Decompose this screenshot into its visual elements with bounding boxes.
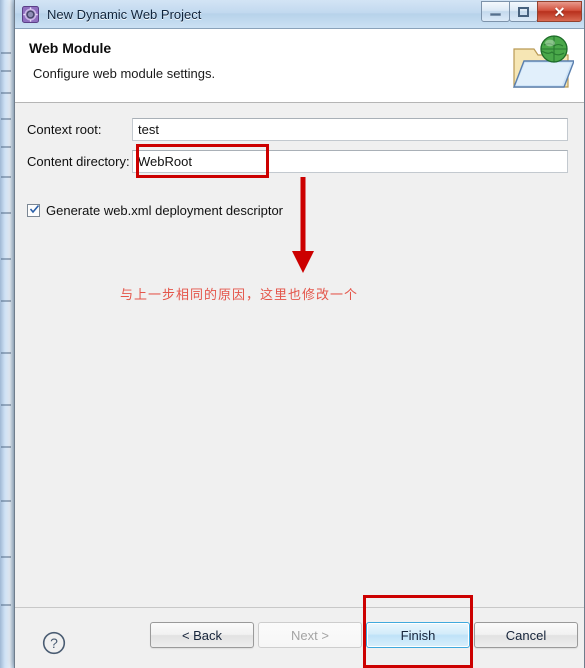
background-left-toolbar bbox=[0, 0, 14, 668]
context-root-input[interactable] bbox=[132, 117, 568, 141]
minimize-button[interactable] bbox=[481, 1, 510, 22]
help-question-icon[interactable]: ? bbox=[42, 631, 66, 655]
new-dynamic-web-project-dialog: New Dynamic Web Project ✕ Web Module Con… bbox=[14, 0, 585, 668]
check-icon bbox=[29, 204, 40, 214]
back-button[interactable]: < Back bbox=[150, 622, 254, 648]
maximize-icon bbox=[518, 6, 529, 17]
next-button: Next > bbox=[258, 622, 362, 648]
svg-text:?: ? bbox=[50, 635, 58, 651]
annotation-arrow-down bbox=[292, 177, 314, 273]
dialog-title: New Dynamic Web Project bbox=[47, 6, 202, 22]
eclipse-wizard-icon bbox=[22, 5, 39, 23]
maximize-button[interactable] bbox=[509, 1, 538, 22]
generate-webxml-checkbox[interactable]: Generate web.xml deployment descriptor bbox=[27, 203, 283, 218]
page-description: Configure web module settings. bbox=[33, 66, 216, 81]
wizard-header: Web Module Configure web module settings… bbox=[15, 29, 584, 103]
close-icon: ✕ bbox=[553, 3, 566, 20]
cancel-button[interactable]: Cancel bbox=[474, 622, 578, 648]
context-root-row: Context root: bbox=[15, 117, 584, 141]
content-directory-input[interactable] bbox=[132, 149, 568, 173]
page-title: Web Module bbox=[29, 40, 112, 56]
finish-button[interactable]: Finish bbox=[366, 622, 470, 648]
window-controls: ✕ bbox=[481, 1, 582, 22]
dialog-titlebar[interactable]: New Dynamic Web Project ✕ bbox=[15, 0, 584, 29]
checkbox-box[interactable] bbox=[27, 204, 40, 217]
generate-webxml-label: Generate web.xml deployment descriptor bbox=[46, 203, 284, 218]
content-directory-label: Content directory: bbox=[27, 153, 130, 169]
web-folder-globe-icon bbox=[508, 33, 576, 95]
annotation-note-text: 与上一步相同的原因，这里也修改一个 bbox=[120, 288, 359, 303]
wizard-body: Context root: Content directory: Generat… bbox=[15, 103, 584, 608]
close-button[interactable]: ✕ bbox=[537, 1, 582, 22]
context-root-label: Context root: bbox=[27, 121, 102, 137]
content-directory-row: Content directory: bbox=[15, 149, 584, 173]
minimize-icon bbox=[490, 12, 501, 16]
